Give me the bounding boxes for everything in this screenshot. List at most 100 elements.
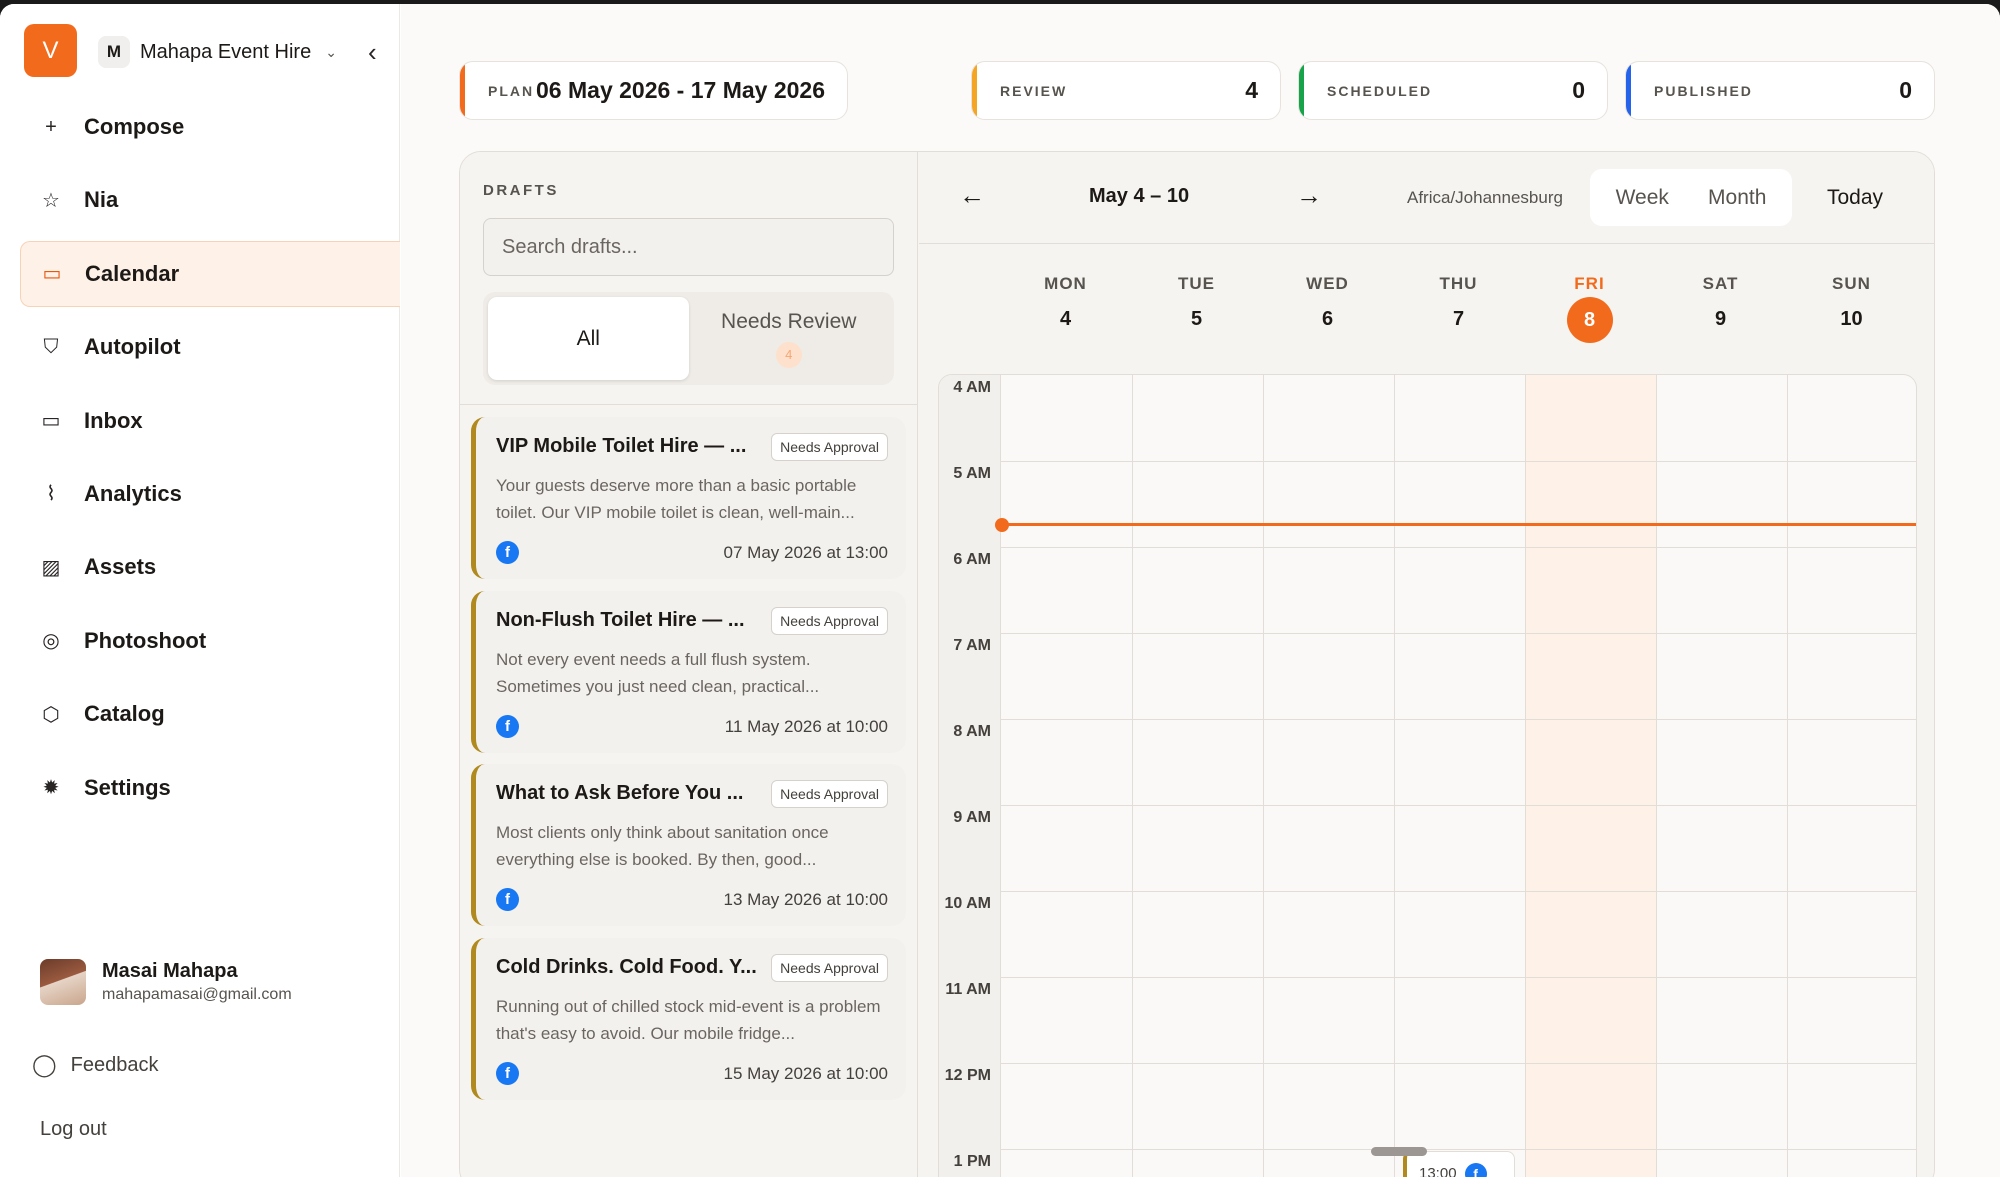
status-badge: Needs Approval [771,953,888,982]
next-week-button[interactable]: → [1296,180,1322,211]
hour-divider [1001,719,1916,720]
sidebar-item-label: Analytics [84,480,182,506]
stat-value: 0 [1572,77,1585,103]
day-date: 9 [1714,308,1727,330]
feedback-button[interactable]: ◯ Feedback [32,1052,158,1078]
hour-label: 8 AM [953,723,991,740]
main-content: PLAN 06 May 2026 - 17 May 2026 REVIEW 4 SCHE… [401,4,2000,1177]
facebook-icon: f [1464,1162,1487,1177]
today-button[interactable]: Today [1827,186,1883,210]
hour-divider [1001,633,1916,634]
column-divider [1656,375,1657,1177]
tab-all[interactable]: All [488,297,689,380]
day-name: SUN [1832,274,1871,293]
sidebar-item-assets[interactable]: ▨ Assets [20,534,400,600]
sidebar-item-label: Photoshoot [84,627,207,653]
day-name: THU [1439,274,1478,293]
sidebar-item-compose[interactable]: + Compose [20,94,400,160]
draft-card[interactable]: Cold Drinks. Cold Food. Y... Needs Approv… [471,937,906,1100]
hour-label: 6 AM [953,551,991,568]
sidebar-item-inbox[interactable]: ▭ Inbox [20,388,400,454]
event-time: 13:00 [1419,1165,1457,1177]
day-date: 8 [1566,297,1613,343]
draft-excerpt: Not every event needs a full flush syste… [496,649,820,696]
sidebar-item-label: Autopilot [84,334,181,360]
day-header-tue[interactable]: TUE 5 [1131,274,1262,331]
tab-needs-review[interactable]: Needs Review 4 [689,297,890,380]
stat-label: REVIEW [1000,82,1068,99]
day-header-fri[interactable]: FRI 8 [1524,274,1655,343]
horizontal-scrollbar[interactable] [1371,1147,1427,1156]
camera-icon: ◎ [42,630,60,653]
stat-value: 4 [1245,77,1258,103]
stat-value: 0 [1899,77,1912,103]
facebook-icon: f [496,1061,519,1085]
search-drafts-input[interactable] [483,218,894,276]
workspace-badge: M [98,36,130,68]
day-header-wed[interactable]: WED 6 [1262,274,1393,331]
hour-label: 1 PM [953,1153,991,1170]
sidebar-item-label: Inbox [84,407,143,433]
stat-label: PLAN [488,82,535,99]
chevron-down-icon: ⌄ [325,43,337,60]
day-header-thu[interactable]: THU 7 [1393,274,1524,331]
day-header-sat[interactable]: SAT 9 [1655,274,1786,331]
facebook-icon: f [496,714,519,738]
column-divider [1263,375,1264,1177]
plus-icon: + [45,115,57,138]
sidebar-item-autopilot[interactable]: ⛉ Autopilot [20,314,400,380]
facebook-icon: f [496,541,519,564]
draft-scheduled-date: 13 May 2026 at 10:00 [723,890,888,909]
view-month-button[interactable]: Month [1708,186,1766,210]
draft-title: VIP Mobile Toilet Hire — ... [496,435,747,457]
day-name: FRI [1574,274,1605,293]
logout-button[interactable]: Log out [40,1118,107,1141]
draft-scheduled-date: 11 May 2026 at 10:00 [724,716,888,736]
draft-card[interactable]: Non-Flush Toilet Hire — ... Needs Approva… [471,590,906,753]
user-name: Masai Mahapa [102,960,238,982]
stat-card-scheduled: SCHEDULED 0 [1298,61,1608,120]
facebook-icon: f [496,888,519,911]
day-date: 10 [1840,308,1863,330]
draft-excerpt: Your guests deserve more than a basic po… [496,476,857,522]
sidebar-item-label: Compose [84,114,185,139]
hour-label: 12 PM [944,1067,991,1084]
day-date: 6 [1321,308,1334,330]
collapse-sidebar-icon[interactable]: ‹ [368,38,377,66]
sidebar-item-photoshoot[interactable]: ◎ Photoshoot [20,608,400,674]
user-email: mahapamasai@gmail.com [102,986,292,1003]
stat-label: PUBLISHED [1654,82,1753,99]
view-week-button[interactable]: Week [1616,186,1669,210]
stat-card-published: PUBLISHED 0 [1625,61,1935,120]
sidebar-item-calendar[interactable]: ▭ Calendar [20,240,400,307]
day-date: 5 [1190,308,1203,330]
sidebar-item-analytics[interactable]: ⌇ Analytics [20,461,400,527]
calendar-toolbar: ← May 4 – 10 → Africa/Johannesburg Week … [919,152,1934,244]
day-header-mon[interactable]: MON 4 [1000,274,1131,331]
draft-scheduled-date: 15 May 2026 at 10:00 [723,1063,888,1083]
day-name: MON [1044,274,1087,293]
brand-logo[interactable]: V [24,24,77,77]
day-name: SAT [1702,274,1739,293]
status-badge: Needs Approval [771,780,888,808]
sidebar-item-settings[interactable]: ✹ Settings [20,755,400,821]
stat-label: SCHEDULED [1327,82,1433,99]
today-column-highlight [1525,375,1656,1177]
sidebar-item-nia[interactable]: ☆ Nia [20,167,400,233]
draft-card[interactable]: VIP Mobile Toilet Hire — ... Needs Approv… [471,417,906,579]
workspace-switcher[interactable]: M Mahapa Event Hire ⌄ [98,34,337,70]
day-date: 7 [1452,308,1465,330]
draft-excerpt: Most clients only think about sanitation… [496,823,829,869]
sidebar-nav: + Compose ☆ Nia ▭ Calendar ⛉ Autopilot ▭ Inbox ⌇ An… [20,94,400,828]
user-profile[interactable]: Masai Mahapa mahapamasai@gmail.com [40,959,292,1005]
sidebar-item-label: Settings [84,774,171,800]
draft-card[interactable]: What to Ask Before You ... Needs Approval… [471,764,906,926]
day-header-sun[interactable]: SUN 10 [1786,274,1917,331]
prev-week-button[interactable]: ← [959,180,985,211]
status-badge: Needs Approval [771,606,888,635]
sidebar-item-catalog[interactable]: ⬡ Catalog [20,681,400,747]
current-time-line [1001,523,1916,526]
stat-card-review: REVIEW 4 [971,61,1281,120]
inbox-icon: ▭ [41,410,61,433]
hour-label: 9 AM [953,809,991,826]
